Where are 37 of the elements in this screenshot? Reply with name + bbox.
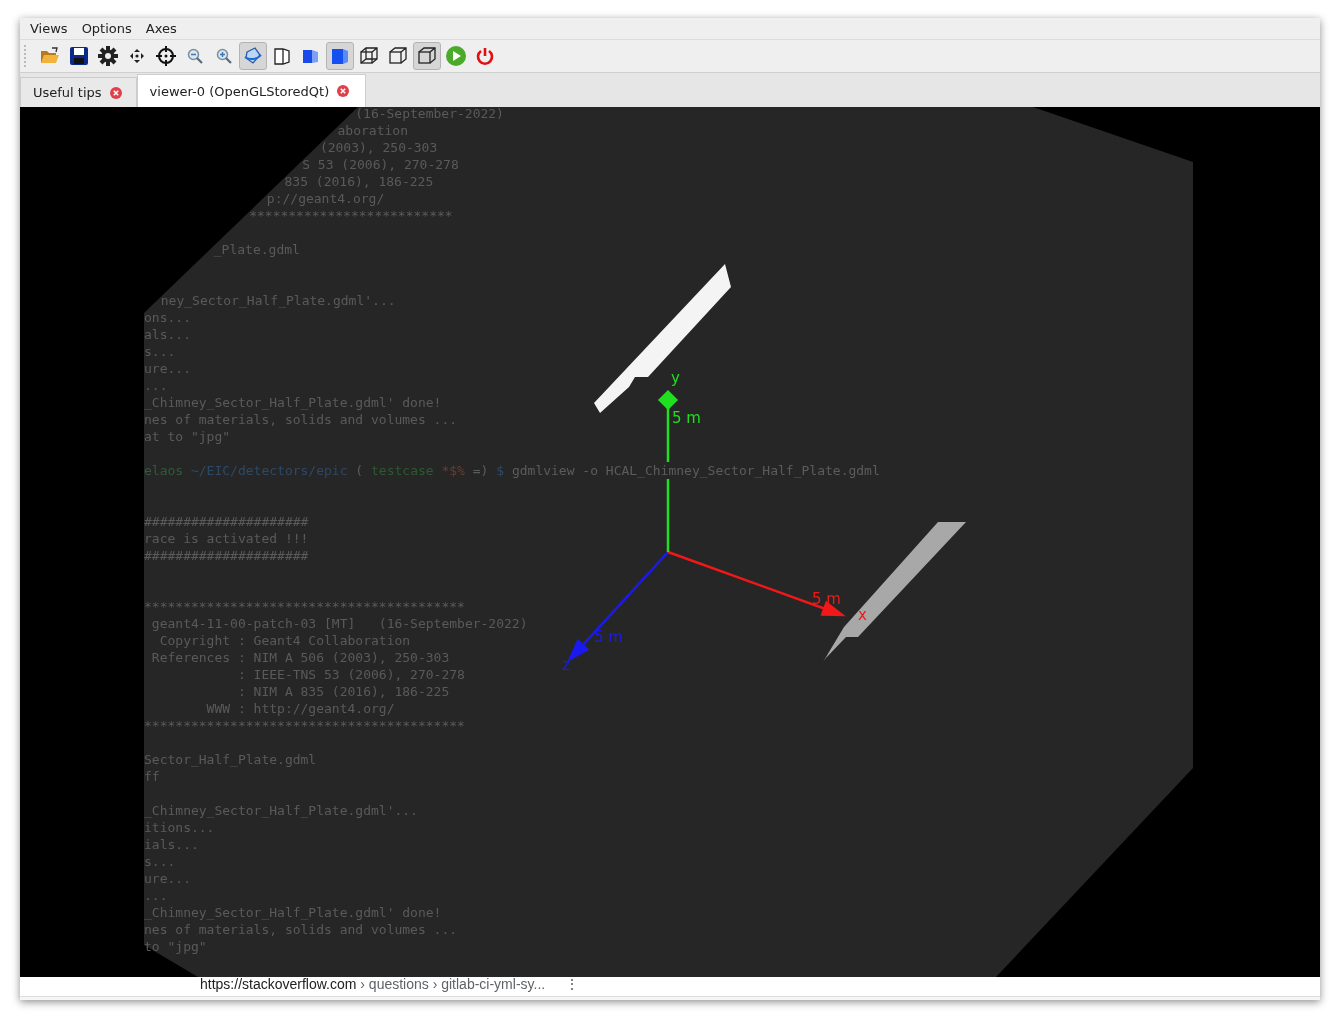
tab[interactable]: Useful tips: [20, 77, 137, 107]
result-url[interactable]: https://stackoverflow.com › questions › gitlab-ci-yml-sy...: [200, 976, 546, 992]
close-icon[interactable]: [109, 86, 122, 99]
more-menu-icon[interactable]: ⋮: [565, 976, 579, 992]
tab[interactable]: viewer-0 (OpenGLStoredQt): [136, 74, 367, 107]
power-icon: [475, 46, 495, 66]
axis-label: z: [562, 656, 570, 674]
terminal-line: #####################: [144, 513, 309, 530]
terminal-line: *****************************************: [144, 717, 465, 734]
move-arrows-icon: [129, 48, 145, 64]
close-icon[interactable]: [337, 85, 350, 97]
zoom-out-icon: [187, 48, 203, 64]
menu-item[interactable]: Axes: [139, 21, 183, 36]
toolbar-button[interactable]: [413, 42, 441, 70]
menu-item[interactable]: Views: [24, 21, 74, 36]
crosshair-icon: [155, 45, 177, 67]
solid-box-icon: [330, 46, 350, 66]
axis-label: y: [671, 369, 680, 387]
wireframe-box-icon: [388, 46, 408, 66]
folder-icon: [40, 46, 60, 66]
axis-scale-label: 5 m: [812, 590, 841, 608]
box-outline-icon: [272, 46, 292, 66]
wireframe-box-icon: [359, 46, 379, 66]
terminal-line: **************************: [249, 207, 453, 224]
axis-scale-label: 5 m: [672, 409, 701, 427]
axis-label: x: [858, 606, 867, 624]
terminal-line: ...: [144, 887, 168, 904]
wireframe-box-icon: [417, 46, 437, 66]
rotate-icon: [243, 46, 263, 66]
play-icon: [445, 45, 467, 67]
terminal-line: ...: [144, 377, 168, 394]
axis-scale-label: 5 m: [594, 628, 623, 646]
terminal-line: *****************************************: [144, 598, 465, 615]
menu-item[interactable]: Options: [75, 21, 138, 36]
terminal-line: #####################: [144, 547, 309, 564]
zoom-in-icon: [216, 48, 232, 64]
settings-icon: [97, 45, 119, 67]
